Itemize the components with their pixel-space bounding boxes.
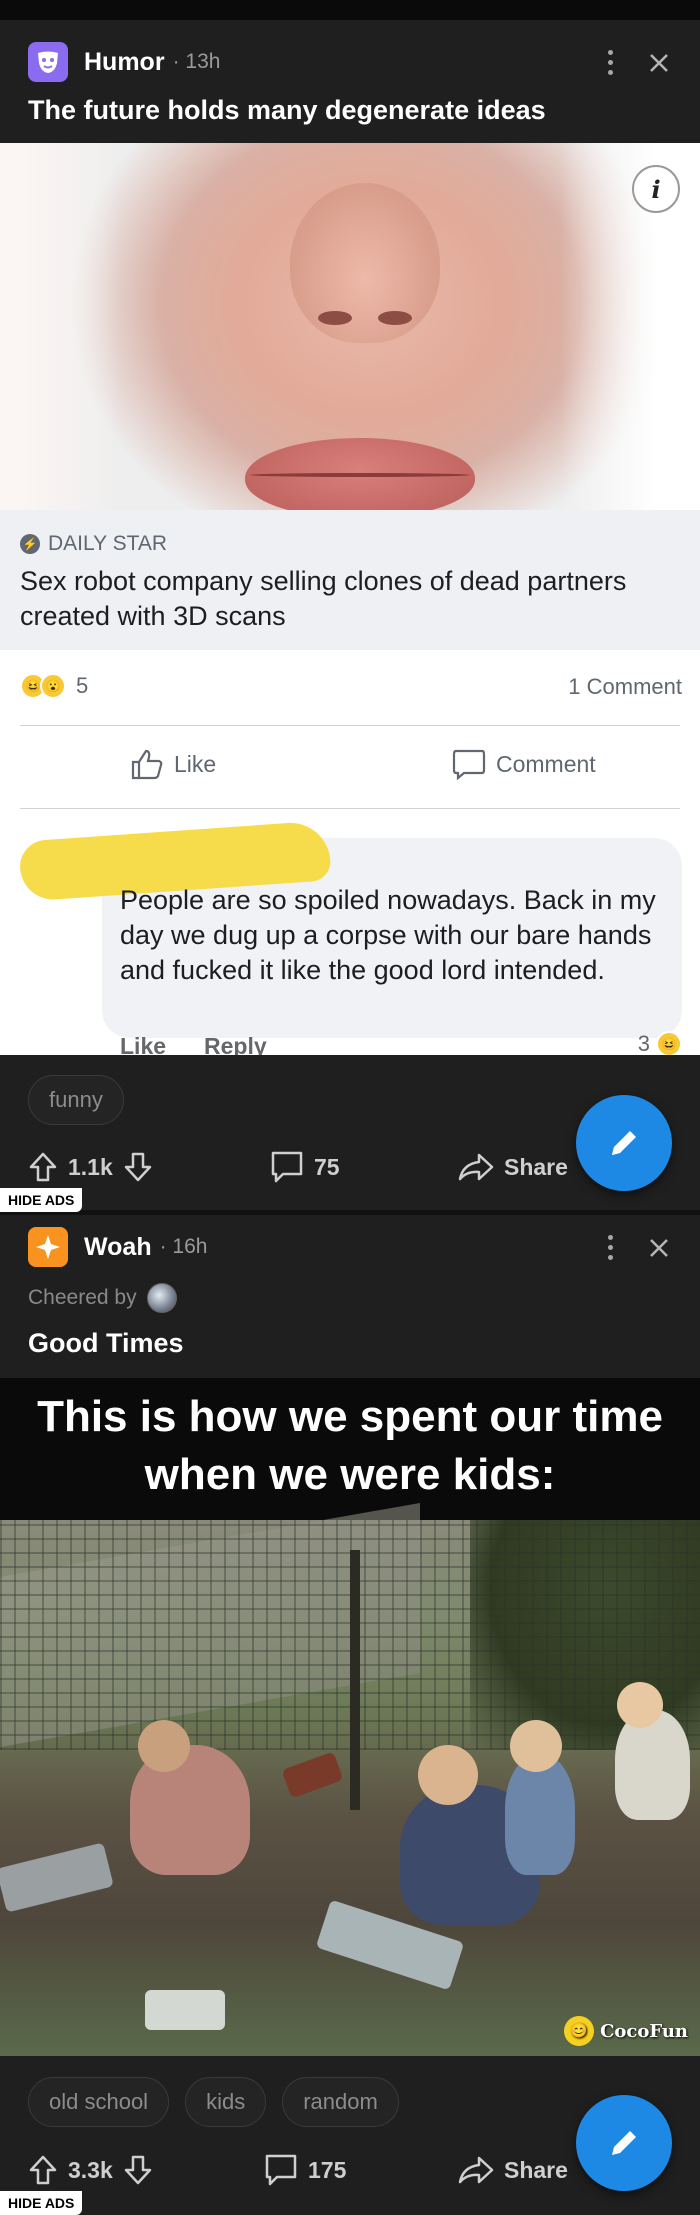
comment-icon (271, 1151, 303, 1183)
community-name[interactable]: Woah (84, 1233, 152, 1262)
link-source: ⚡ DAILY STAR (20, 532, 167, 556)
top-status-strip (0, 0, 700, 20)
post-header: Woah · 16h (28, 1226, 207, 1268)
arrow-up-icon[interactable] (28, 2154, 58, 2186)
watermark: 😊 CocoFun (564, 2016, 688, 2046)
pencil-icon (612, 1131, 636, 1155)
share-button[interactable]: Share (458, 1152, 568, 1182)
speech-bubble-icon (452, 749, 486, 780)
cheered-by-label: Cheered by (28, 1286, 137, 1309)
fb-comment-action: Comment (452, 748, 596, 780)
vote-group: 3.3k (28, 2154, 153, 2186)
share-button[interactable]: Share (458, 2155, 568, 2185)
comment-button[interactable]: 175 (264, 2153, 346, 2187)
image-caption: This is how we spent our time when we we… (0, 1378, 700, 1520)
post-image[interactable]: i ⚡ DAILY STAR Sex robot company selling… (0, 143, 700, 1055)
share-icon (458, 2156, 494, 2184)
wow-emoji-icon: 😮 (40, 673, 66, 699)
bolt-icon: ⚡ (20, 534, 40, 554)
comment-reactions: 3 😆 (638, 1031, 682, 1055)
comment-button[interactable]: 75 (270, 1150, 340, 1184)
kids-playing-photo: 😊 CocoFun (0, 1502, 700, 2056)
tag-list: funny (28, 1075, 124, 1125)
reaction-count: 5 (76, 673, 89, 698)
arrow-down-icon[interactable] (123, 2154, 153, 2186)
arrow-up-icon[interactable] (28, 1151, 58, 1183)
post-title[interactable]: Good Times (28, 1328, 184, 1359)
post-actions: 3.3k 175 Share (28, 2145, 628, 2195)
hide-ads-button[interactable]: HIDE ADS (0, 2191, 83, 2215)
divider (20, 808, 680, 809)
tag-chip[interactable]: kids (185, 2077, 267, 2127)
comment-icon (265, 2154, 297, 2186)
upvote-count: 3.3k (68, 2156, 113, 2183)
post-header-actions (608, 50, 670, 75)
post-title[interactable]: The future holds many degenerate ideas (28, 95, 546, 126)
haha-emoji-icon: 😆 (656, 1031, 682, 1055)
comment-text: People are so spoiled nowadays. Back in … (120, 885, 656, 985)
mask-icon[interactable] (28, 42, 68, 82)
fb-like-label: Like (174, 750, 217, 777)
link-headline: Sex robot company selling clones of dead… (20, 566, 627, 631)
community-name[interactable]: Humor (84, 48, 165, 77)
sparkle-icon[interactable] (28, 1227, 68, 1267)
create-post-fab[interactable] (576, 2095, 672, 2191)
hide-ads-button[interactable]: HIDE ADS (0, 1188, 83, 1212)
comment-count: 75 (314, 1153, 340, 1180)
post-card-humor: Humor · 13h The future holds many degene… (0, 20, 700, 1210)
more-vertical-icon[interactable] (608, 1235, 614, 1260)
cheered-by: Cheered by (28, 1283, 177, 1313)
comment-react-count: 3 (637, 1031, 650, 1055)
post-age: · 13h (172, 50, 221, 73)
share-label: Share (504, 1153, 568, 1180)
info-icon: i (632, 165, 680, 213)
source-label: DAILY STAR (48, 532, 168, 555)
avatar[interactable] (146, 1283, 177, 1313)
tag-list: old school kids random (28, 2077, 399, 2127)
create-post-fab[interactable] (576, 1095, 672, 1191)
upvote-count: 1.1k (68, 1153, 113, 1180)
smiley-icon: 😊 (564, 2016, 595, 2046)
divider (20, 725, 680, 726)
thumbs-up-icon (131, 749, 163, 780)
fb-comments-count: 1 Comment (568, 674, 682, 699)
link-preview: ⚡ DAILY STAR Sex robot company selling c… (0, 510, 700, 650)
post-actions: 1.1k 75 Share (28, 1142, 628, 1192)
post-image[interactable]: This is how we spent our time when we we… (0, 1378, 700, 2056)
comment-like: Like (120, 1033, 167, 1055)
post-header: Humor · 13h (28, 41, 220, 83)
watermark-label: CocoFun (600, 2020, 688, 2042)
close-icon[interactable] (648, 1237, 670, 1259)
fb-like-action: Like (130, 748, 216, 780)
arrow-down-icon[interactable] (123, 1151, 153, 1183)
post-header-actions (608, 1235, 670, 1260)
comment-count: 175 (308, 2156, 347, 2183)
post-age: · 16h (159, 1235, 208, 1258)
face-photo: i (0, 143, 700, 518)
share-icon (458, 1153, 494, 1181)
reaction-summary: 😆 😮 5 (20, 673, 88, 699)
tag-chip[interactable]: old school (28, 2077, 170, 2127)
tag-chip[interactable]: random (282, 2077, 399, 2127)
post-card-woah: Woah · 16h Cheered by Good Times This is… (0, 1215, 700, 2215)
fb-comment-label: Comment (496, 750, 596, 777)
comment-reply: Reply (204, 1033, 267, 1055)
share-label: Share (504, 2156, 568, 2183)
vote-group: 1.1k (28, 1151, 153, 1183)
close-icon[interactable] (648, 52, 670, 74)
more-vertical-icon[interactable] (608, 50, 614, 75)
tag-chip[interactable]: funny (28, 1075, 124, 1125)
pencil-icon (612, 2131, 636, 2155)
